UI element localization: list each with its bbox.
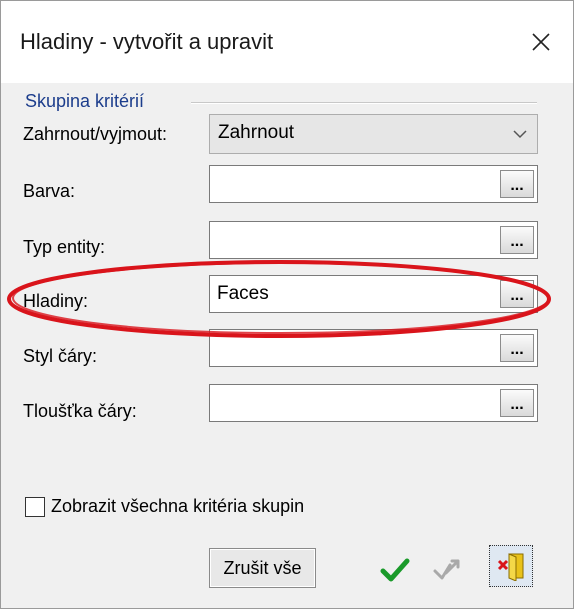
color-browse-button[interactable]: ... bbox=[500, 170, 534, 198]
entity-type-browse-button[interactable]: ... bbox=[500, 226, 534, 254]
line-weight-label: Tloušťka čáry: bbox=[23, 401, 137, 421]
group-box-divider bbox=[191, 102, 537, 104]
apply-icon bbox=[433, 559, 460, 580]
entity-type-field[interactable]: ... bbox=[209, 221, 538, 259]
include-exclude-value: Zahrnout bbox=[218, 122, 295, 143]
line-style-browse-button[interactable]: ... bbox=[500, 334, 534, 362]
checkmark-icon bbox=[380, 558, 410, 582]
layers-browse-button[interactable]: ... bbox=[500, 280, 534, 308]
line-style-field[interactable]: ... bbox=[209, 329, 538, 367]
layers-field[interactable]: Faces ... bbox=[209, 275, 538, 313]
title-bar: Hladiny - vytvořit a upravit bbox=[1, 1, 573, 83]
line-weight-browse-button[interactable]: ... bbox=[500, 389, 534, 417]
exit-icon bbox=[497, 553, 524, 581]
layers-value: Faces bbox=[217, 283, 269, 304]
show-all-criteria-checkbox[interactable] bbox=[25, 496, 45, 517]
show-all-criteria-label: Zobrazit všechna kritéria skupin bbox=[51, 496, 305, 516]
dialog-window: Hladiny - vytvořit a upravit Skupina kri… bbox=[0, 0, 574, 609]
apply-button[interactable] bbox=[429, 554, 465, 586]
exit-button[interactable] bbox=[489, 545, 533, 587]
color-label: Barva: bbox=[23, 181, 76, 201]
layers-label: Hladiny: bbox=[23, 291, 89, 311]
close-icon bbox=[532, 33, 550, 51]
group-box-title: Skupina kritérií bbox=[25, 91, 151, 112]
include-exclude-dropdown[interactable]: Zahrnout bbox=[209, 114, 538, 154]
close-button[interactable] bbox=[521, 23, 561, 61]
window-title: Hladiny - vytvořit a upravit bbox=[20, 29, 274, 54]
line-style-label: Styl čáry: bbox=[23, 346, 98, 366]
line-weight-field[interactable]: ... bbox=[209, 384, 538, 422]
color-field[interactable]: ... bbox=[209, 165, 538, 203]
show-all-criteria-option[interactable]: Zobrazit všechna kritéria skupin bbox=[25, 496, 304, 517]
entity-type-label: Typ entity: bbox=[23, 237, 106, 257]
clear-all-button[interactable]: Zrušit vše bbox=[209, 548, 316, 588]
include-exclude-label: Zahrnout/vyjmout: bbox=[23, 124, 168, 144]
chevron-down-icon bbox=[513, 130, 527, 139]
ok-button[interactable] bbox=[377, 554, 413, 586]
